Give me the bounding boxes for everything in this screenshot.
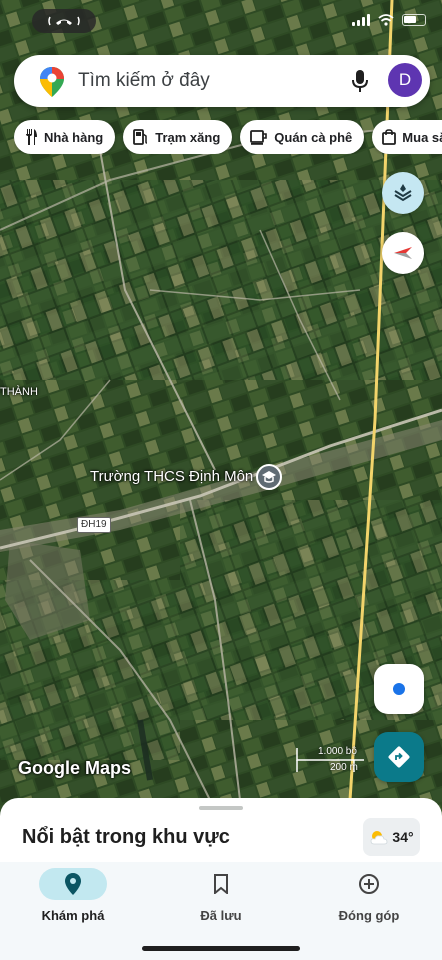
weather-chip[interactable]: 34° [363,818,420,856]
area-label: THÀNH [0,386,38,398]
nav-label: Khám phá [41,908,105,923]
chip-label: Quán cà phê [274,129,353,145]
chip-gas-stations[interactable]: Trạm xăng [123,120,233,154]
status-bar [0,0,442,44]
my-location-icon [393,683,405,695]
compass-icon [394,247,412,259]
phone-icon [48,16,80,26]
partly-cloudy-icon [371,831,388,845]
chip-label: Trạm xăng [155,129,221,145]
coffee-icon [250,130,268,145]
my-location-button[interactable] [374,664,424,714]
scale-bar: 1.000 bộ 200 m [296,746,366,774]
google-maps-attribution: Google Maps [18,758,132,778]
school-icon [262,471,276,483]
chip-label: Nhà hàng [44,129,104,145]
directions-icon [388,746,410,768]
school-pin[interactable] [256,464,282,490]
weather-temp: 34° [392,829,414,845]
directions-button[interactable] [374,732,424,782]
wifi-icon [378,14,394,26]
active-call-indicator[interactable] [32,9,96,33]
shopping-bag-icon [382,129,397,145]
gas-station-icon [133,129,148,145]
scale-bottom-label: 200 m [330,762,358,773]
sheet-drag-handle[interactable] [199,806,243,810]
nav-label: Đã lưu [200,908,242,923]
cellular-signal-icon [352,14,370,26]
category-chips: Nhà hàng Trạm xăng Quán cà phê Mua sắm [14,120,442,154]
account-avatar[interactable]: D [388,63,422,97]
place-label[interactable]: Trường THCS Định Môn [90,468,253,485]
bookmark-icon [214,874,228,894]
sheet-title: Nổi bật trong khu vực [22,826,230,848]
chip-label: Mua sắm [402,129,442,145]
location-pin-icon [65,873,81,895]
search-bar[interactable]: Tìm kiếm ở đây D [14,55,430,107]
chip-shopping[interactable]: Mua sắm [372,120,442,154]
google-maps-pin-icon [40,67,64,97]
search-input[interactable]: Tìm kiếm ở đây [78,70,210,92]
chip-coffee[interactable]: Quán cà phê [240,120,365,154]
map-layers-button[interactable] [382,172,424,214]
compass-button[interactable] [382,232,424,274]
restaurant-icon [26,129,37,145]
road-shield: ĐH19 [77,517,111,533]
battery-icon [402,14,426,26]
chip-restaurants[interactable]: Nhà hàng [14,120,116,154]
home-indicator[interactable] [142,946,300,951]
layers-icon [394,184,412,202]
nav-label: Đóng góp [338,908,400,923]
nav-explore[interactable]: Khám phá [8,868,138,928]
add-circle-icon [359,874,379,894]
nav-saved[interactable]: Đã lưu [156,868,286,928]
nav-contribute[interactable]: Đóng góp [304,868,434,928]
scale-top-label: 1.000 bộ [318,746,357,757]
microphone-icon[interactable] [352,69,368,93]
